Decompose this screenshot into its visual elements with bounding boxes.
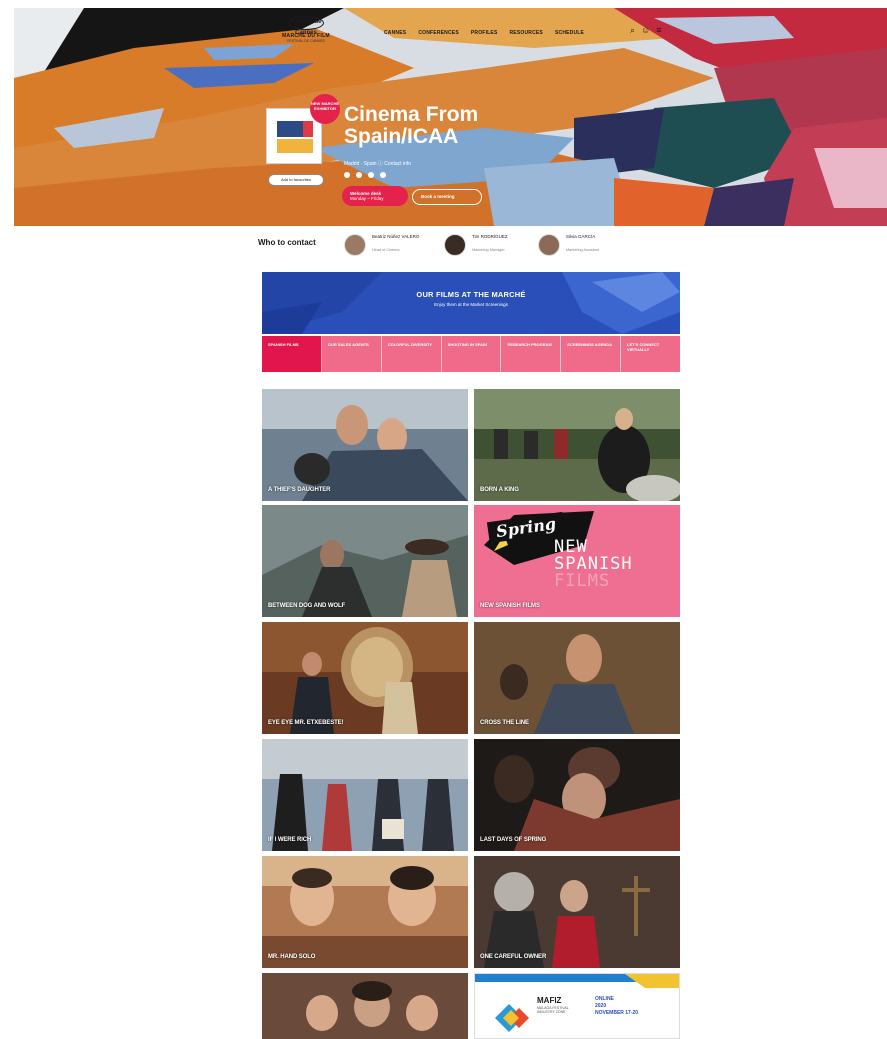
film-title: IF I WERE RICH: [268, 837, 312, 843]
mafiz-card[interactable]: MAFIZ MÁLAGA FESTIVAL INDUSTRY ZONE ONLI…: [474, 973, 680, 1039]
social-icon[interactable]: [356, 172, 362, 178]
nav-item-cannes[interactable]: CANNES: [384, 30, 406, 36]
avatar: [444, 234, 466, 256]
avatar: [538, 234, 560, 256]
film-title: MR. HAND SOLO: [268, 954, 316, 960]
who-to-contact: Who to contact Beatriz Núñez VALERO Head…: [254, 226, 684, 268]
new-exhibitor-badge: NEW MARCHÉ EXHIBITOR: [310, 94, 340, 124]
film-still-image: [262, 856, 468, 968]
company-title: Cinema From Spain/ICAA: [344, 103, 479, 148]
company-meta: Madrid · Spain ⓘ Contact info: [344, 161, 411, 167]
film-title: BETWEEN DOG AND WOLF: [268, 603, 346, 609]
film-still-image: [474, 856, 680, 968]
contact-card[interactable]: Tim RODRÍGUEZ Marketing Manager: [444, 232, 524, 262]
film-card[interactable]: ONE CAREFUL OWNER: [474, 856, 680, 968]
social-icon[interactable]: [368, 172, 374, 178]
film-still-image: [262, 622, 468, 734]
cta-line-2: Monday – Friday: [350, 196, 384, 201]
banner-title: OUR FILMS AT THE MARCHÉ: [416, 290, 526, 299]
film-card[interactable]: [262, 973, 468, 1039]
film-still-image: [262, 389, 468, 501]
mafiz-dates-range: NOVEMBER 17-20: [595, 1010, 639, 1016]
banner-subtitle: Enjoy them at the Market Screenings: [434, 302, 508, 307]
film-card[interactable]: LAST DAYS OF SPRING: [474, 739, 680, 851]
nav-item-resources[interactable]: RESOURCES: [509, 30, 542, 36]
spring-poster-text: NEW SPANISH FILMS: [554, 539, 633, 590]
social-links: [344, 172, 386, 178]
film-card[interactable]: MR. HAND SOLO: [262, 856, 468, 968]
film-title: LAST DAYS OF SPRING: [480, 837, 547, 843]
contact-name: Beatriz Núñez VALERO: [372, 234, 420, 239]
contact-name: Silvia GARCÍA: [566, 234, 596, 239]
spring-line-3: FILMS: [554, 571, 611, 591]
contact-role: Marketing Manager: [472, 248, 505, 252]
nav-item-profiles[interactable]: PROFILES: [471, 30, 498, 36]
logo-sub-text: FESTIVAL DE CANNES: [287, 39, 325, 43]
section-tabs: SPANISH FILMS OUR SALES AGENTS COLORFUL …: [262, 336, 680, 372]
film-still-image: [262, 973, 468, 1039]
film-still-image: [262, 739, 468, 851]
avatar: [344, 234, 366, 256]
top-navigation-bar: Festival de Cannes MARCHÉ DU FILM FESTIV…: [14, 8, 887, 54]
film-card[interactable]: A THIEF'S DAUGHTER: [262, 389, 468, 501]
hero-banner: Festival de Cannes MARCHÉ DU FILM FESTIV…: [14, 8, 887, 226]
film-card[interactable]: IF I WERE RICH: [262, 739, 468, 851]
favourite-button[interactable]: Add to favourites: [268, 174, 324, 186]
film-title: BORN A KING: [480, 487, 519, 493]
tab-research-program[interactable]: RESEARCH PROGRAM: [501, 336, 562, 372]
header-tools: ⌕ ☺ ≡: [630, 25, 662, 35]
tab-colorful-diversity[interactable]: COLORFUL DIVERSITY: [382, 336, 442, 372]
mafiz-year: 2020: [595, 1003, 607, 1009]
film-still-image: [474, 739, 680, 851]
marche-du-film-logo[interactable]: Festival de Cannes MARCHÉ DU FILM FESTIV…: [276, 16, 336, 46]
contact-name: Tim RODRÍGUEZ: [472, 234, 508, 239]
film-card[interactable]: CROSS THE LINE: [474, 622, 680, 734]
film-title: A THIEF'S DAUGHTER: [268, 487, 331, 493]
nav-item-schedule[interactable]: SCHEDULE: [555, 30, 584, 36]
user-icon[interactable]: ☺: [641, 25, 650, 35]
film-still-image: [474, 622, 680, 734]
contact-role: Marketing Assistant: [566, 248, 599, 252]
film-still-image: [474, 389, 680, 501]
film-card[interactable]: BORN A KING: [474, 389, 680, 501]
festival-oval-logo: Festival de Cannes: [288, 16, 324, 36]
welcome-desk-button[interactable]: Welcome desk Monday – Friday: [342, 186, 408, 206]
search-icon[interactable]: ⌕: [630, 25, 635, 35]
mafiz-dates: ONLINE 2020 NOVEMBER 17-20: [595, 996, 638, 1017]
film-title: CROSS THE LINE: [480, 720, 529, 726]
film-card[interactable]: BETWEEN DOG AND WOLF: [262, 505, 468, 617]
film-grid: A THIEF'S DAUGHTER BORN A KING BETWEEN D…: [262, 389, 680, 1039]
film-still-image: [262, 505, 468, 617]
tab-spanish-films[interactable]: SPANISH FILMS: [262, 336, 322, 372]
tab-sales-agents[interactable]: OUR SALES AGENTS: [322, 336, 382, 372]
film-title: EYE EYE MR. ETXEBESTE!: [268, 720, 344, 726]
our-films-banner[interactable]: OUR FILMS AT THE MARCHÉ Enjoy them at th…: [262, 272, 680, 334]
nav-item-conferences[interactable]: CONFERENCES: [418, 30, 459, 36]
tab-connect-virtually[interactable]: LET'S CONNECT VIRTUALLY: [621, 336, 680, 372]
tab-screenings-agenda[interactable]: SCREENINGS AGENDA: [561, 336, 622, 372]
mafiz-subtitle: MÁLAGA FESTIVAL INDUSTRY ZONE: [537, 1006, 569, 1014]
film-title: NEW SPANISH FILMS: [480, 603, 540, 609]
film-title: ONE CAREFUL OWNER: [480, 954, 547, 960]
social-icon[interactable]: [344, 172, 350, 178]
mafiz-online: ONLINE: [595, 996, 614, 1002]
main-nav: CANNES CONFERENCES PROFILES RESOURCES SC…: [384, 30, 584, 36]
mafiz-name: MAFIZ: [537, 996, 562, 1005]
mafiz-logo-artwork: [475, 974, 679, 1038]
tab-shooting-in-spain[interactable]: SHOOTING IN SPAIN: [442, 336, 502, 372]
menu-icon[interactable]: ≡: [656, 25, 661, 35]
contact-card[interactable]: Beatriz Núñez VALERO Head of Cinema: [344, 232, 424, 262]
film-card[interactable]: Spring NEW SPANISH FILMS NEW SPANISH FIL…: [474, 505, 680, 617]
book-meeting-button[interactable]: Book a meeting: [412, 189, 482, 205]
film-card[interactable]: EYE EYE MR. ETXEBESTE!: [262, 622, 468, 734]
contacts-label: Who to contact: [258, 238, 316, 247]
contact-card[interactable]: Silvia GARCÍA Marketing Assistant: [538, 232, 618, 262]
social-icon[interactable]: [380, 172, 386, 178]
contact-role: Head of Cinema: [372, 248, 400, 252]
